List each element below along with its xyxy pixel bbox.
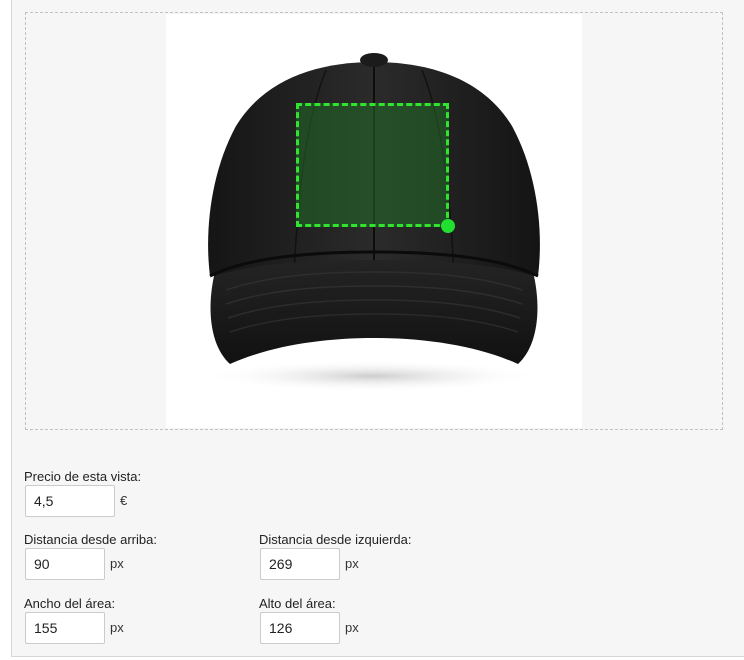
- area-width-label: Ancho del área:: [24, 596, 116, 611]
- area-height-input[interactable]: [260, 612, 340, 644]
- area-width-unit: px: [110, 620, 124, 635]
- top-distance-unit: px: [110, 556, 124, 571]
- price-input[interactable]: [25, 485, 115, 517]
- top-distance-input[interactable]: [25, 548, 105, 580]
- price-label: Precio de esta vista:: [24, 469, 142, 484]
- price-unit: €: [120, 493, 128, 508]
- print-area-selection[interactable]: [296, 103, 455, 233]
- resize-handle[interactable]: [441, 219, 455, 233]
- left-distance-label: Distancia desde izquierda:: [259, 532, 412, 547]
- area-width-input[interactable]: [25, 612, 105, 644]
- area-height-unit: px: [345, 620, 359, 635]
- top-distance-label: Distancia desde arriba:: [24, 532, 157, 547]
- area-height-label: Alto del área:: [259, 596, 336, 611]
- left-distance-unit: px: [345, 556, 359, 571]
- left-distance-input[interactable]: [260, 548, 340, 580]
